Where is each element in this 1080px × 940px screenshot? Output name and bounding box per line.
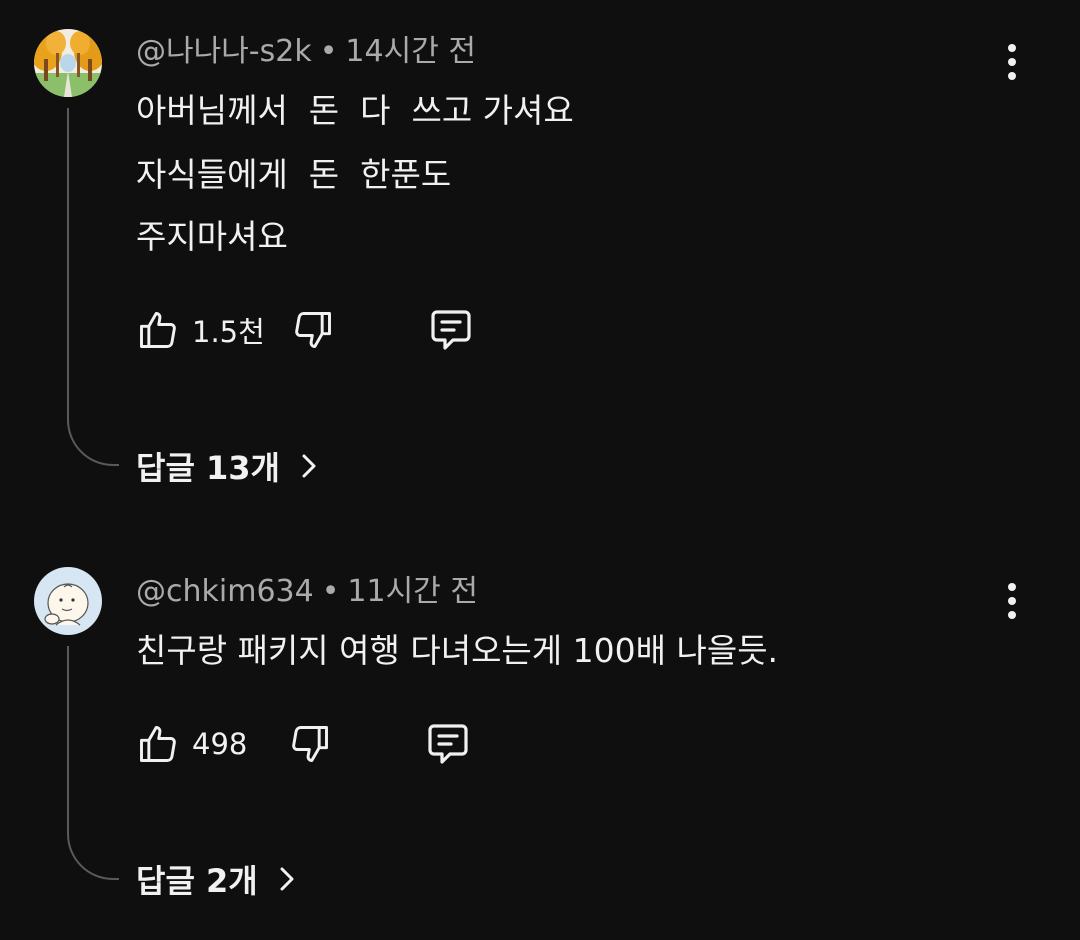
comment-time: 14시간 전 [345,34,476,69]
thumbs-up-icon [140,312,176,348]
autumn-trees-icon [34,29,102,97]
comment-icon [428,724,468,764]
comment-meta: @나나나-s2k • 14시간 전 [136,32,476,72]
view-replies-button[interactable]: 답글 13개 [136,444,320,488]
more-options-button[interactable] [996,40,1028,84]
more-dot [1008,58,1016,66]
comment-actions: 1.5천 [134,305,475,355]
thread-connector [67,108,119,466]
more-dot [1008,597,1016,605]
reply-button[interactable] [424,719,472,769]
thumbs-down-icon [292,726,328,762]
replies-label: 답글 2개 [136,862,258,900]
author-name[interactable]: @나나나-s2k [136,34,312,69]
author-name[interactable]: @chkim634 [136,574,314,609]
comments-panel: @나나나-s2k • 14시간 전 아버님께서 돈 다 쓰고 가셔요 자식들에게 돈… [0,0,1080,940]
thread-connector [67,646,119,880]
more-dot [1008,611,1016,619]
like-button[interactable] [134,305,182,355]
avatar[interactable] [34,567,102,635]
dislike-button[interactable] [286,719,334,769]
avatar[interactable] [34,29,102,97]
chevron-right-icon [276,864,298,894]
dislike-button[interactable] [289,305,337,355]
view-replies-button[interactable]: 답글 2개 [136,857,298,901]
more-dot [1008,72,1016,80]
like-count: 1.5천 [192,315,265,349]
more-dot [1008,44,1016,52]
comment-text-line: 주지마셔요 [136,217,288,256]
chevron-right-icon [298,451,320,481]
thumbs-up-icon [140,726,176,762]
reply-button[interactable] [427,305,475,355]
thumbs-down-icon [294,312,331,348]
comment-text-line: 자식들에게 돈 한푼도 [136,155,452,194]
comment-actions: 498 [134,719,472,769]
like-button[interactable] [134,719,182,769]
meta-separator: • [321,574,340,609]
cartoon-character-icon [34,567,102,635]
more-options-button[interactable] [996,579,1028,623]
comment-text-line: 아버님께서 돈 다 쓰고 가셔요 [136,91,574,130]
replies-label: 답글 13개 [136,449,280,487]
more-dot [1008,583,1016,591]
comment-icon [431,310,471,350]
comment-meta: @chkim634 • 11시간 전 [136,572,478,612]
meta-separator: • [319,34,338,69]
like-count: 498 [192,727,248,761]
comment-time: 11시간 전 [347,574,478,609]
comment-text-line: 친구랑 패키지 여행 다녀오는게 100배 나을듯. [136,631,779,670]
